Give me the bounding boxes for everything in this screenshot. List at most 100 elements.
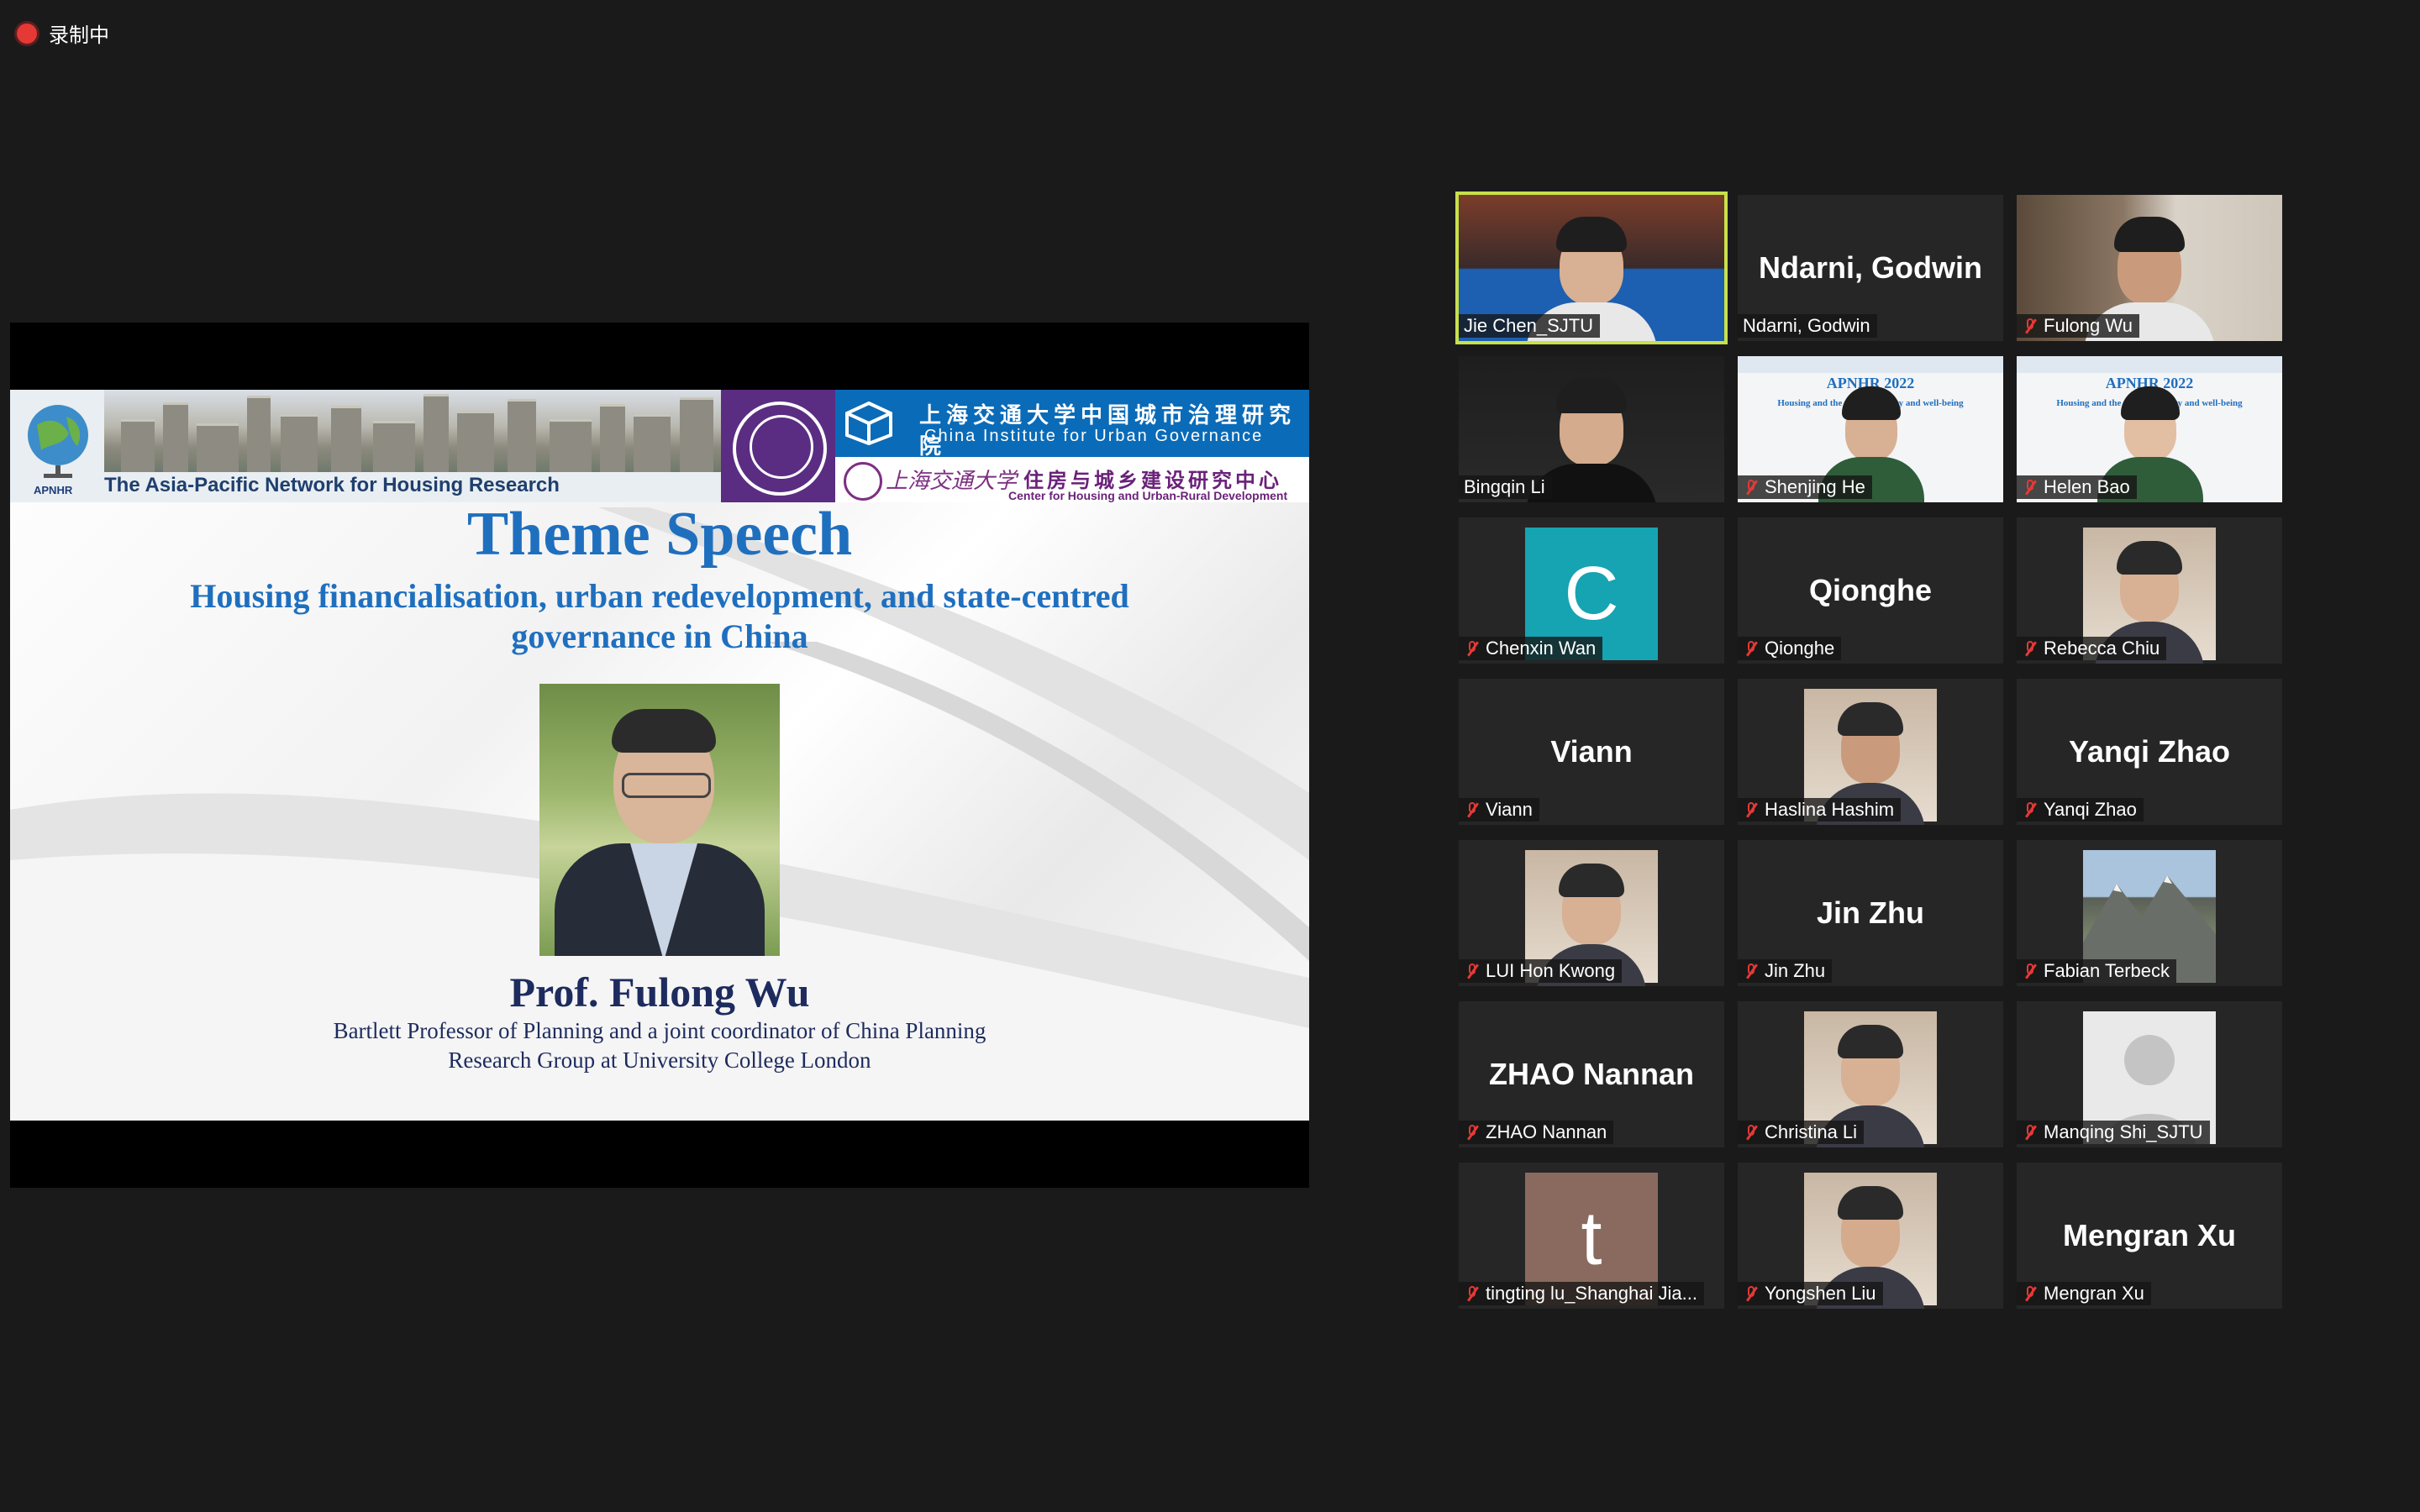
participant-name: Jie Chen_SJTU [1464, 315, 1594, 336]
apnhr-title: The Asia-Pacific Network for Housing Res… [104, 474, 560, 496]
participant-name: Yanqi Zhao [2044, 799, 2137, 820]
participant-tile[interactable]: Yanqi Zhao Yanqi Zhao [2017, 679, 2282, 825]
participant-name: Haslina Hashim [1765, 799, 1895, 820]
muted-microphone-icon [2022, 801, 2039, 819]
muted-microphone-icon [1464, 801, 1481, 819]
participant-tile[interactable]: ZHAO Nannan ZHAO Nannan [1459, 1001, 1724, 1147]
participant-name-label: Jin Zhu [1738, 959, 1833, 983]
apnhr-logo-text: APNHR [34, 484, 73, 496]
subtitle-line-1: Housing financialisation, urban redevelo… [190, 577, 1129, 615]
participant-name: Helen Bao [2044, 476, 2130, 497]
participant-name: Yongshen Liu [1765, 1283, 1876, 1304]
participant-tile[interactable]: APNHR 2022Housing and the city: liveabil… [2017, 356, 2282, 502]
participant-name: Qionghe [1765, 638, 1835, 659]
muted-microphone-icon [1743, 962, 1760, 980]
participant-tile[interactable]: t tingting lu_Shanghai Jia... [1459, 1163, 1724, 1309]
participant-name: Manqing Shi_SJTU [2044, 1121, 2203, 1142]
muted-microphone-icon [1743, 478, 1760, 496]
participant-tile[interactable]: Jie Chen_SJTU [1455, 192, 1728, 344]
participant-name-label: Qionghe [1738, 637, 1842, 660]
participant-name: ZHAO Nannan [1486, 1121, 1607, 1142]
participant-name-label: Shenjing He [1738, 475, 1872, 499]
participant-name-label: Manqing Shi_SJTU [2017, 1121, 2210, 1144]
sjtu-banner: 上海交通大学 住房与城乡建设研究中心 Center for Housing an… [835, 457, 1309, 502]
participant-tile[interactable]: Haslina Hashim [1738, 679, 2003, 825]
speaker-title-line-1: Bartlett Professor of Planning and a joi… [333, 1018, 986, 1043]
speaker-name: Prof. Fulong Wu [509, 969, 810, 1016]
speaker-title: Bartlett Professor of Planning and a joi… [262, 1016, 1057, 1075]
participant-tile[interactable]: Jin Zhu Jin Zhu [1738, 840, 2003, 986]
muted-microphone-icon [2022, 962, 2039, 980]
participant-name-label: Yanqi Zhao [2017, 798, 2144, 822]
muted-microphone-icon [1743, 801, 1760, 819]
apnhr-banner: APNHR The Asia-Pacific Network for Housi… [10, 390, 721, 502]
cug-cube-icon [845, 402, 892, 445]
slide-banner: APNHR The Asia-Pacific Network for Housi… [10, 390, 1309, 502]
presentation-slide: APNHR The Asia-Pacific Network for Housi… [10, 390, 1309, 1121]
muted-microphone-icon [1743, 639, 1760, 658]
globe-logo-icon [28, 405, 88, 478]
shared-screen[interactable]: APNHR The Asia-Pacific Network for Housi… [10, 323, 1309, 1188]
participant-tile[interactable]: Manqing Shi_SJTU [2017, 1001, 2282, 1147]
participant-name: Christina Li [1765, 1121, 1858, 1142]
participant-name-label: Jie Chen_SJTU [1459, 314, 1601, 338]
participant-name: Shenjing He [1765, 476, 1865, 497]
participant-tile[interactable]: Rebecca Chiu [2017, 517, 2282, 664]
participant-name: Bingqin Li [1464, 476, 1545, 497]
cug-english-name: China Institute for Urban Governance [924, 427, 1264, 445]
participant-name-label: Ndarni, Godwin [1738, 314, 1877, 338]
speaker-photo [539, 684, 780, 956]
participant-name-label: Bingqin Li [1459, 475, 1552, 499]
speaker-title-line-2: Research Group at University College Lon… [448, 1047, 871, 1073]
participant-tile[interactable]: C Chenxin Wan [1459, 517, 1724, 664]
participant-name-label: Chenxin Wan [1459, 637, 1603, 660]
participant-name-label: ZHAO Nannan [1459, 1121, 1614, 1144]
participant-tile[interactable]: Qionghe Qionghe [1738, 517, 2003, 664]
cug-banner: 上海交通大学中国城市治理研究院 China Institute for Urba… [835, 390, 1309, 459]
city-skyline-image [104, 390, 721, 472]
muted-microphone-icon [1464, 962, 1481, 980]
participant-tile[interactable]: Bingqin Li [1459, 356, 1724, 502]
participant-name-label: Fulong Wu [2017, 314, 2139, 338]
participant-name: Viann [1486, 799, 1533, 820]
participant-tile[interactable]: Ndarni, Godwin Ndarni, Godwin [1738, 195, 2003, 341]
muted-microphone-icon [2022, 639, 2039, 658]
participant-name-label: Christina Li [1738, 1121, 1865, 1144]
participant-name: Fabian Terbeck [2044, 960, 2170, 981]
participant-tile[interactable]: APNHR 2022Housing and the city: liveabil… [1738, 356, 2003, 502]
participant-name-label: Helen Bao [2017, 475, 2137, 499]
participant-name: Fulong Wu [2044, 315, 2133, 336]
subtitle-line-2: governance in China [511, 617, 808, 655]
sjtu-name: 上海交通大学 [886, 469, 1018, 494]
muted-microphone-icon [1464, 639, 1481, 658]
participant-name: LUI Hon Kwong [1486, 960, 1616, 981]
recording-indicator[interactable]: 录制中 [17, 18, 109, 48]
participant-name: Rebecca Chiu [2044, 638, 2160, 659]
institute-seal-logo [721, 390, 835, 502]
participant-name: Ndarni, Godwin [1743, 315, 1870, 336]
muted-microphone-icon [2022, 317, 2039, 335]
participant-name-label: Haslina Hashim [1738, 798, 1902, 822]
muted-microphone-icon [1464, 1123, 1481, 1142]
participant-name-label: Fabian Terbeck [2017, 959, 2177, 983]
muted-microphone-icon [2022, 1284, 2039, 1303]
participant-name-label: tingting lu_Shanghai Jia... [1459, 1282, 1704, 1305]
participant-name: tingting lu_Shanghai Jia... [1486, 1283, 1697, 1304]
participant-tile[interactable]: Christina Li [1738, 1001, 2003, 1147]
participant-name-label: LUI Hon Kwong [1459, 959, 1623, 983]
participant-tile[interactable]: Mengran Xu Mengran Xu [2017, 1163, 2282, 1309]
participant-tile[interactable]: LUI Hon Kwong [1459, 840, 1724, 986]
participant-name: Jin Zhu [1765, 960, 1826, 981]
participant-tile[interactable]: Fulong Wu [2017, 195, 2282, 341]
muted-microphone-icon [1743, 1284, 1760, 1303]
recording-label: 录制中 [49, 24, 109, 47]
participant-tile[interactable]: Viann Viann [1459, 679, 1724, 825]
record-icon [17, 23, 37, 44]
muted-microphone-icon [1743, 1123, 1760, 1142]
participant-tile[interactable]: Yongshen Liu [1738, 1163, 2003, 1309]
participant-tile[interactable]: Fabian Terbeck [2017, 840, 2282, 986]
slide-subtitle: Housing financialisation, urban redevelo… [111, 576, 1208, 657]
slide-title: Theme Speech [466, 500, 853, 569]
muted-microphone-icon [2022, 478, 2039, 496]
participant-name-label: Rebecca Chiu [2017, 637, 2167, 660]
